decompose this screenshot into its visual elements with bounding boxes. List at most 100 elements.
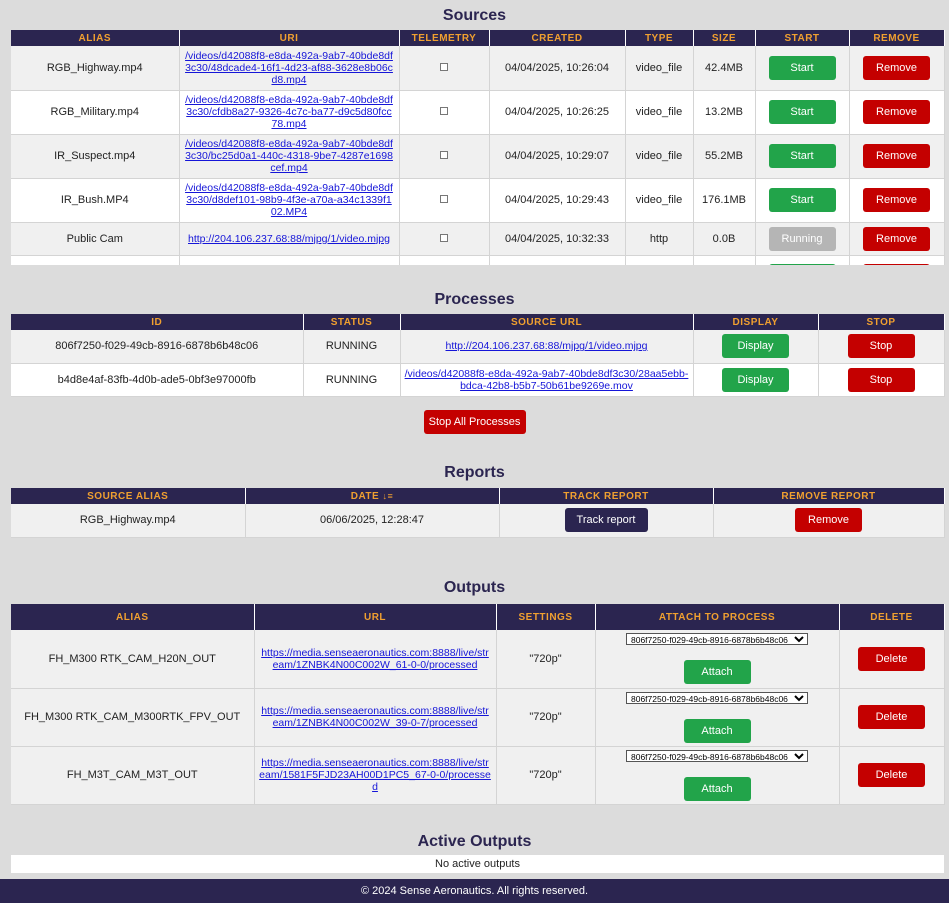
report-date: 06/06/2025, 12:28:47: [245, 504, 500, 538]
source-created: 04/04/2025, 10:32:33: [489, 222, 626, 256]
source-uri-link[interactable]: /videos/d42088f8-e8da-492a-9ab7-40bde8df…: [185, 138, 393, 174]
remove-button[interactable]: Remove: [863, 100, 930, 124]
source-type: video_file: [625, 178, 694, 223]
col-telemetry: TELEMETRY: [399, 30, 490, 46]
start-button[interactable]: Start: [768, 55, 836, 80]
table-row: RGB_Military.mp4/videos/d42088f8-e8da-49…: [11, 90, 945, 135]
process-select[interactable]: 806f7250-f029-49cb-8916-6878b6b48c06: [626, 749, 808, 762]
table-row: IR_Bush.MP4/videos/d42088f8-e8da-492a-9a…: [11, 178, 945, 223]
telemetry-checkbox[interactable]: [440, 107, 448, 115]
col-stop: STOP: [818, 314, 945, 330]
start-button[interactable]: Start: [768, 144, 836, 168]
delete-button[interactable]: Delete: [858, 646, 925, 671]
source-alias: RGB_Military.mp4: [11, 90, 180, 135]
col-type: TYPE: [625, 30, 694, 46]
output-alias: FH_M300 RTK_CAM_M300RTK_FPV_OUT: [11, 688, 255, 747]
stop-button[interactable]: Stop: [847, 334, 915, 359]
display-button[interactable]: Display: [722, 367, 789, 392]
start-button[interactable]: Start: [768, 100, 836, 124]
table-row: RGB_Highway.mp4 06/06/2025, 12:28:47 Track…: [11, 504, 945, 538]
sort-descending-icon[interactable]: ↓≡: [383, 491, 394, 501]
source-uri-link[interactable]: /videos/d42088f8-e8da-492a-9ab7-40bde8df…: [185, 50, 393, 86]
col-size: SIZE: [693, 30, 756, 46]
col-id: ID: [11, 314, 304, 330]
col-delete: DELETE: [839, 604, 945, 630]
processes-title: Processes: [434, 291, 515, 308]
telemetry-checkbox[interactable]: [440, 151, 448, 159]
col-output-alias: ALIAS: [11, 604, 255, 630]
table-row: RGB_Highway.mp4/videos/d42088f8-e8da-492…: [11, 46, 945, 91]
source-uri-link[interactable]: /videos/d42088f8-e8da-492a-9ab7-40bde8df…: [185, 182, 393, 218]
telemetry-checkbox[interactable]: [440, 233, 448, 242]
output-settings: "720p": [496, 746, 596, 805]
table-row: 806f7250-f029-49cb-8916-6878b6b48c06 RUNN…: [11, 330, 945, 364]
col-settings: SETTINGS: [496, 604, 596, 630]
remove-button[interactable]: Remove: [863, 226, 930, 251]
active-outputs-empty: No active outputs: [11, 855, 944, 873]
process-source-url-link[interactable]: http://204.106.237.68:88/mjpg/1/video.mj…: [446, 340, 648, 352]
output-url-link[interactable]: https://media.senseaeronautics.com:8888/…: [259, 757, 491, 793]
reports-title: Reports: [444, 464, 505, 481]
source-created: 04/04/2025, 10:29:43: [489, 178, 626, 223]
col-source-url: SOURCE URL: [400, 314, 694, 330]
source-alias: [11, 255, 180, 265]
output-url-link[interactable]: https://media.senseaeronautics.com:8888/…: [261, 647, 489, 671]
source-size: 0.0B: [693, 222, 756, 256]
col-source-alias: SOURCE ALIAS: [11, 488, 246, 504]
remove-button[interactable]: [863, 263, 930, 265]
remove-button[interactable]: Remove: [863, 144, 930, 168]
col-remove-report: REMOVE REPORT: [713, 488, 945, 504]
attach-button[interactable]: Attach: [683, 776, 751, 801]
source-alias: RGB_Highway.mp4: [11, 46, 180, 91]
process-status: RUNNING: [303, 363, 401, 397]
start-button[interactable]: Start: [768, 188, 836, 212]
source-type: video_file: [625, 90, 694, 135]
source-size: [693, 255, 756, 265]
running-button[interactable]: Running: [768, 226, 836, 251]
source-type: video_file: [625, 46, 694, 91]
remove-button[interactable]: Remove: [863, 55, 930, 80]
process-select[interactable]: 806f7250-f029-49cb-8916-6878b6b48c06: [626, 633, 808, 646]
col-start: START: [755, 30, 850, 46]
remove-button[interactable]: Remove: [863, 188, 930, 212]
sources-title: Sources: [442, 7, 507, 24]
sources-table: ALIAS URI TELEMETRY CREATED TYPE SIZE ST…: [11, 30, 945, 265]
telemetry-checkbox[interactable]: [440, 62, 448, 71]
reports-table: SOURCE ALIAS DATE ↓≡ TRACK REPORT REMOVE…: [11, 488, 945, 538]
output-settings: "720p": [496, 630, 596, 689]
delete-button[interactable]: Delete: [858, 763, 925, 787]
start-button[interactable]: [768, 263, 836, 265]
col-status: STATUS: [303, 314, 401, 330]
processes-table: ID STATUS SOURCE URL DISPLAY STOP 806f72…: [11, 314, 945, 397]
source-alias: Public Cam: [11, 222, 180, 256]
process-source-url-link[interactable]: /videos/d42088f8-e8da-492a-9ab7-40bde8df…: [405, 368, 689, 392]
col-remove: REMOVE: [849, 30, 945, 46]
stop-all-processes-button[interactable]: Stop All Processes: [423, 409, 526, 434]
delete-button[interactable]: Delete: [858, 705, 925, 729]
outputs-table: ALIAS URL SETTINGS ATTACH TO PROCESS DEL…: [11, 604, 945, 805]
process-id: b4d8e4af-83fb-4d0b-ade5-0bf3e97000fb: [11, 363, 304, 397]
process-status: RUNNING: [303, 330, 401, 364]
col-attach: ATTACH TO PROCESS: [595, 604, 840, 630]
source-type: [625, 255, 694, 265]
output-url-link[interactable]: https://media.senseaeronautics.com:8888/…: [261, 705, 489, 729]
attach-button[interactable]: Attach: [683, 660, 751, 685]
sources-table-scroll[interactable]: ALIAS URI TELEMETRY CREATED TYPE SIZE ST…: [0, 30, 949, 265]
col-alias: ALIAS: [11, 30, 180, 46]
source-uri-link[interactable]: http://204.106.237.68:88/mjpg/1/video.mj…: [188, 233, 390, 245]
stop-button[interactable]: Stop: [847, 367, 915, 392]
telemetry-checkbox[interactable]: [440, 195, 448, 203]
process-select[interactable]: 806f7250-f029-49cb-8916-6878b6b48c06: [626, 691, 808, 704]
source-uri-link[interactable]: /videos/d42088f8-e8da-492a-9ab7-40bde8df…: [185, 94, 393, 130]
source-created: 04/04/2025, 10:26:25: [489, 90, 626, 135]
remove-report-button[interactable]: Remove: [795, 508, 862, 533]
col-output-url: URL: [254, 604, 497, 630]
source-alias: IR_Bush.MP4: [11, 178, 180, 223]
track-report-button[interactable]: Track report: [564, 508, 648, 533]
col-created: CREATED: [489, 30, 626, 46]
attach-button[interactable]: Attach: [683, 718, 751, 743]
display-button[interactable]: Display: [722, 334, 789, 359]
col-date[interactable]: DATE ↓≡: [245, 488, 500, 504]
source-size: 13.2MB: [693, 90, 756, 135]
table-row: Public Cam http://204.106.237.68:88/mjpg/…: [11, 222, 945, 256]
